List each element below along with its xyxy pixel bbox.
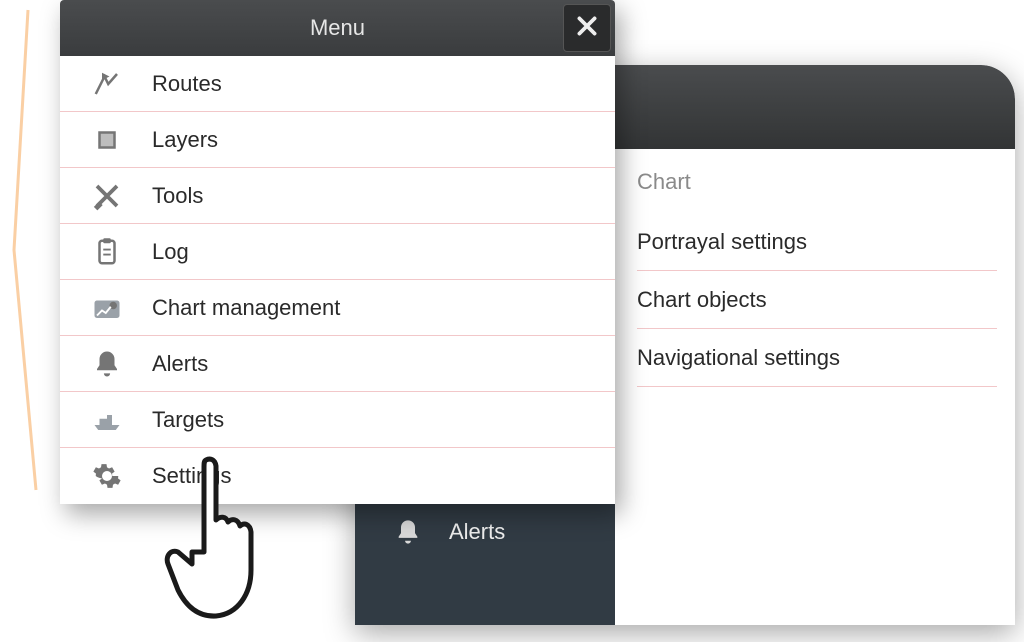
main-menu-panel: Menu Routes Layers Tools <box>60 0 615 504</box>
menu-item-routes[interactable]: Routes <box>60 56 615 112</box>
menu-list: Routes Layers Tools Log Chart management <box>60 56 615 504</box>
menu-titlebar: Menu <box>60 0 615 56</box>
settings-detail-item-navigational[interactable]: Navigational settings <box>637 329 997 387</box>
menu-item-label: Chart management <box>152 295 340 321</box>
menu-item-layers[interactable]: Layers <box>60 112 615 168</box>
tools-icon <box>90 179 124 213</box>
settings-detail-item-portrayal[interactable]: Portrayal settings <box>637 213 997 271</box>
detail-item-label: Navigational settings <box>637 345 840 371</box>
menu-item-label: Log <box>152 239 189 265</box>
chart-management-icon <box>90 291 124 325</box>
page-edge-decor <box>0 0 44 500</box>
menu-item-label: Targets <box>152 407 224 433</box>
menu-item-chart-management[interactable]: Chart management <box>60 280 615 336</box>
menu-item-settings[interactable]: Settings <box>60 448 615 504</box>
settings-detail-header: Chart <box>637 163 997 213</box>
close-button[interactable] <box>563 4 611 52</box>
settings-category-label: Alerts <box>449 519 505 545</box>
menu-item-tools[interactable]: Tools <box>60 168 615 224</box>
settings-detail-item-chart-objects[interactable]: Chart objects <box>637 271 997 329</box>
settings-category-alerts[interactable]: Alerts <box>355 503 615 561</box>
settings-icon <box>90 459 124 493</box>
menu-title: Menu <box>310 15 365 41</box>
menu-item-targets[interactable]: Targets <box>60 392 615 448</box>
menu-item-alerts[interactable]: Alerts <box>60 336 615 392</box>
menu-item-label: Layers <box>152 127 218 153</box>
alerts-icon <box>393 517 423 547</box>
menu-item-label: Alerts <box>152 351 208 377</box>
pointer-hand-icon <box>162 454 262 624</box>
routes-icon <box>90 67 124 101</box>
log-icon <box>90 235 124 269</box>
menu-item-log[interactable]: Log <box>60 224 615 280</box>
alerts-icon <box>90 347 124 381</box>
detail-item-label: Portrayal settings <box>637 229 807 255</box>
layers-icon <box>90 123 124 157</box>
detail-item-label: Chart objects <box>637 287 767 313</box>
menu-item-label: Tools <box>152 183 203 209</box>
targets-icon <box>90 403 124 437</box>
menu-item-label: Routes <box>152 71 222 97</box>
settings-detail-pane: Chart Portrayal settings Chart objects N… <box>615 149 1015 625</box>
close-icon <box>574 13 600 44</box>
